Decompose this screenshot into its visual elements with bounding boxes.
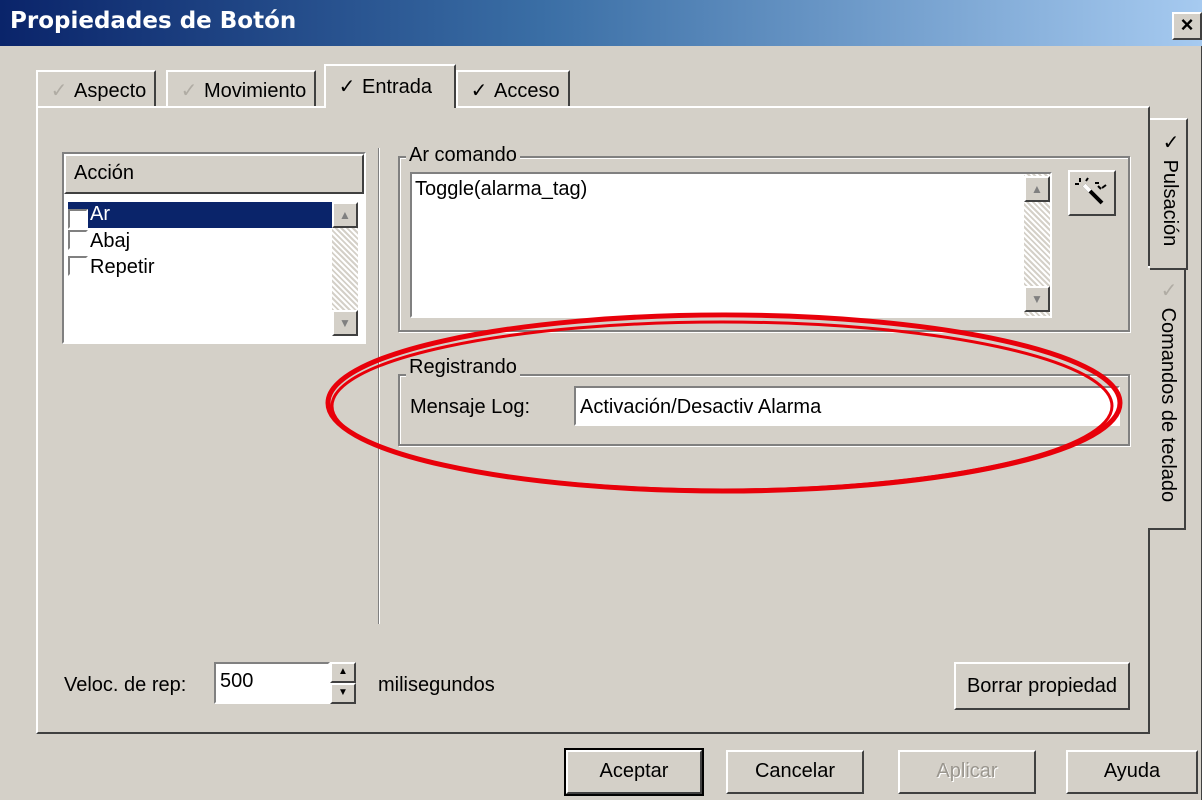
scroll-up-button[interactable]: ▲	[1024, 176, 1050, 202]
command-wizard-button[interactable]	[1068, 170, 1116, 216]
command-scrollbar[interactable]: ▲ ▼	[1024, 174, 1050, 316]
tab-label: Movimiento	[204, 80, 307, 102]
list-item-ar[interactable]: ✓ Ar	[68, 202, 332, 229]
checkbox-abaj[interactable]	[68, 230, 88, 250]
spin-down-button[interactable]: ▼	[330, 683, 356, 704]
list-item-label: Ar	[90, 203, 110, 225]
checkbox-ar[interactable]: ✓	[68, 209, 88, 229]
spin-up-button[interactable]: ▲	[330, 662, 356, 683]
tab-label: Acceso	[494, 80, 560, 102]
check-icon: ✓	[1157, 278, 1179, 308]
command-text: Toggle(alarma_tag)	[415, 178, 588, 200]
cancelar-button[interactable]: Cancelar	[726, 750, 864, 794]
accion-header: Acción	[64, 154, 364, 194]
magic-wand-icon	[1075, 177, 1107, 205]
list-item-repetir[interactable]: Repetir	[68, 254, 154, 280]
red-highlight-ellipse	[325, 312, 1123, 494]
side-tab-label: ✓ Pulsación	[1159, 130, 1181, 247]
list-item-abaj[interactable]: Abaj	[68, 228, 130, 254]
tab-acceso[interactable]: ✓ Acceso	[456, 70, 570, 106]
ayuda-button[interactable]: Ayuda	[1066, 750, 1198, 794]
tab-label: Aspecto	[74, 80, 147, 102]
veloc-rep-spinner[interactable]: ▲ ▼	[330, 662, 356, 704]
side-tab-comandos-teclado[interactable]: ✓ Comandos de teclado	[1148, 266, 1186, 530]
title-bar: Propiedades de Botón ×	[0, 0, 1202, 46]
checkbox-repetir[interactable]	[68, 256, 88, 276]
veloc-rep-input[interactable]: 500	[214, 662, 330, 704]
tab-aspecto[interactable]: ✓ Aspecto	[36, 70, 157, 106]
list-item-label: Abaj	[90, 230, 131, 252]
close-icon: ×	[1180, 12, 1194, 37]
check-icon: ✓	[180, 80, 198, 102]
tab-movimiento[interactable]: ✓ Movimiento	[166, 70, 317, 106]
aplicar-button[interactable]: Aplicar	[898, 750, 1036, 794]
side-tab-pulsacion[interactable]: ✓ Pulsación	[1150, 118, 1188, 270]
check-icon: ✓	[470, 80, 488, 102]
veloc-rep-unit: milisegundos	[378, 674, 495, 696]
ar-comando-group-label: Ar comando	[406, 144, 520, 167]
window-title: Propiedades de Botón	[10, 8, 297, 34]
tab-label: Entrada	[362, 76, 433, 98]
tab-entrada[interactable]: ✓ Entrada	[324, 64, 456, 108]
side-tab-label: ✓ Comandos de teclado	[1157, 278, 1179, 503]
borrar-propiedad-button[interactable]: Borrar propiedad	[954, 662, 1130, 710]
check-icon: ✓	[50, 80, 68, 102]
veloc-rep-value: 500	[220, 670, 254, 692]
check-icon: ✓	[1159, 130, 1181, 160]
list-item-label: Repetir	[90, 256, 155, 278]
close-button[interactable]: ×	[1172, 12, 1202, 40]
check-icon: ✓	[338, 76, 356, 98]
dialog-window: Propiedades de Botón × ✓ Aspecto ✓ Movimie…	[0, 0, 1202, 800]
command-textarea[interactable]: Toggle(alarma_tag) ▲ ▼	[410, 172, 1052, 318]
scroll-up-button[interactable]: ▲	[332, 202, 358, 228]
aceptar-button[interactable]: Aceptar	[564, 748, 704, 796]
veloc-rep-label: Veloc. de rep:	[64, 674, 187, 696]
